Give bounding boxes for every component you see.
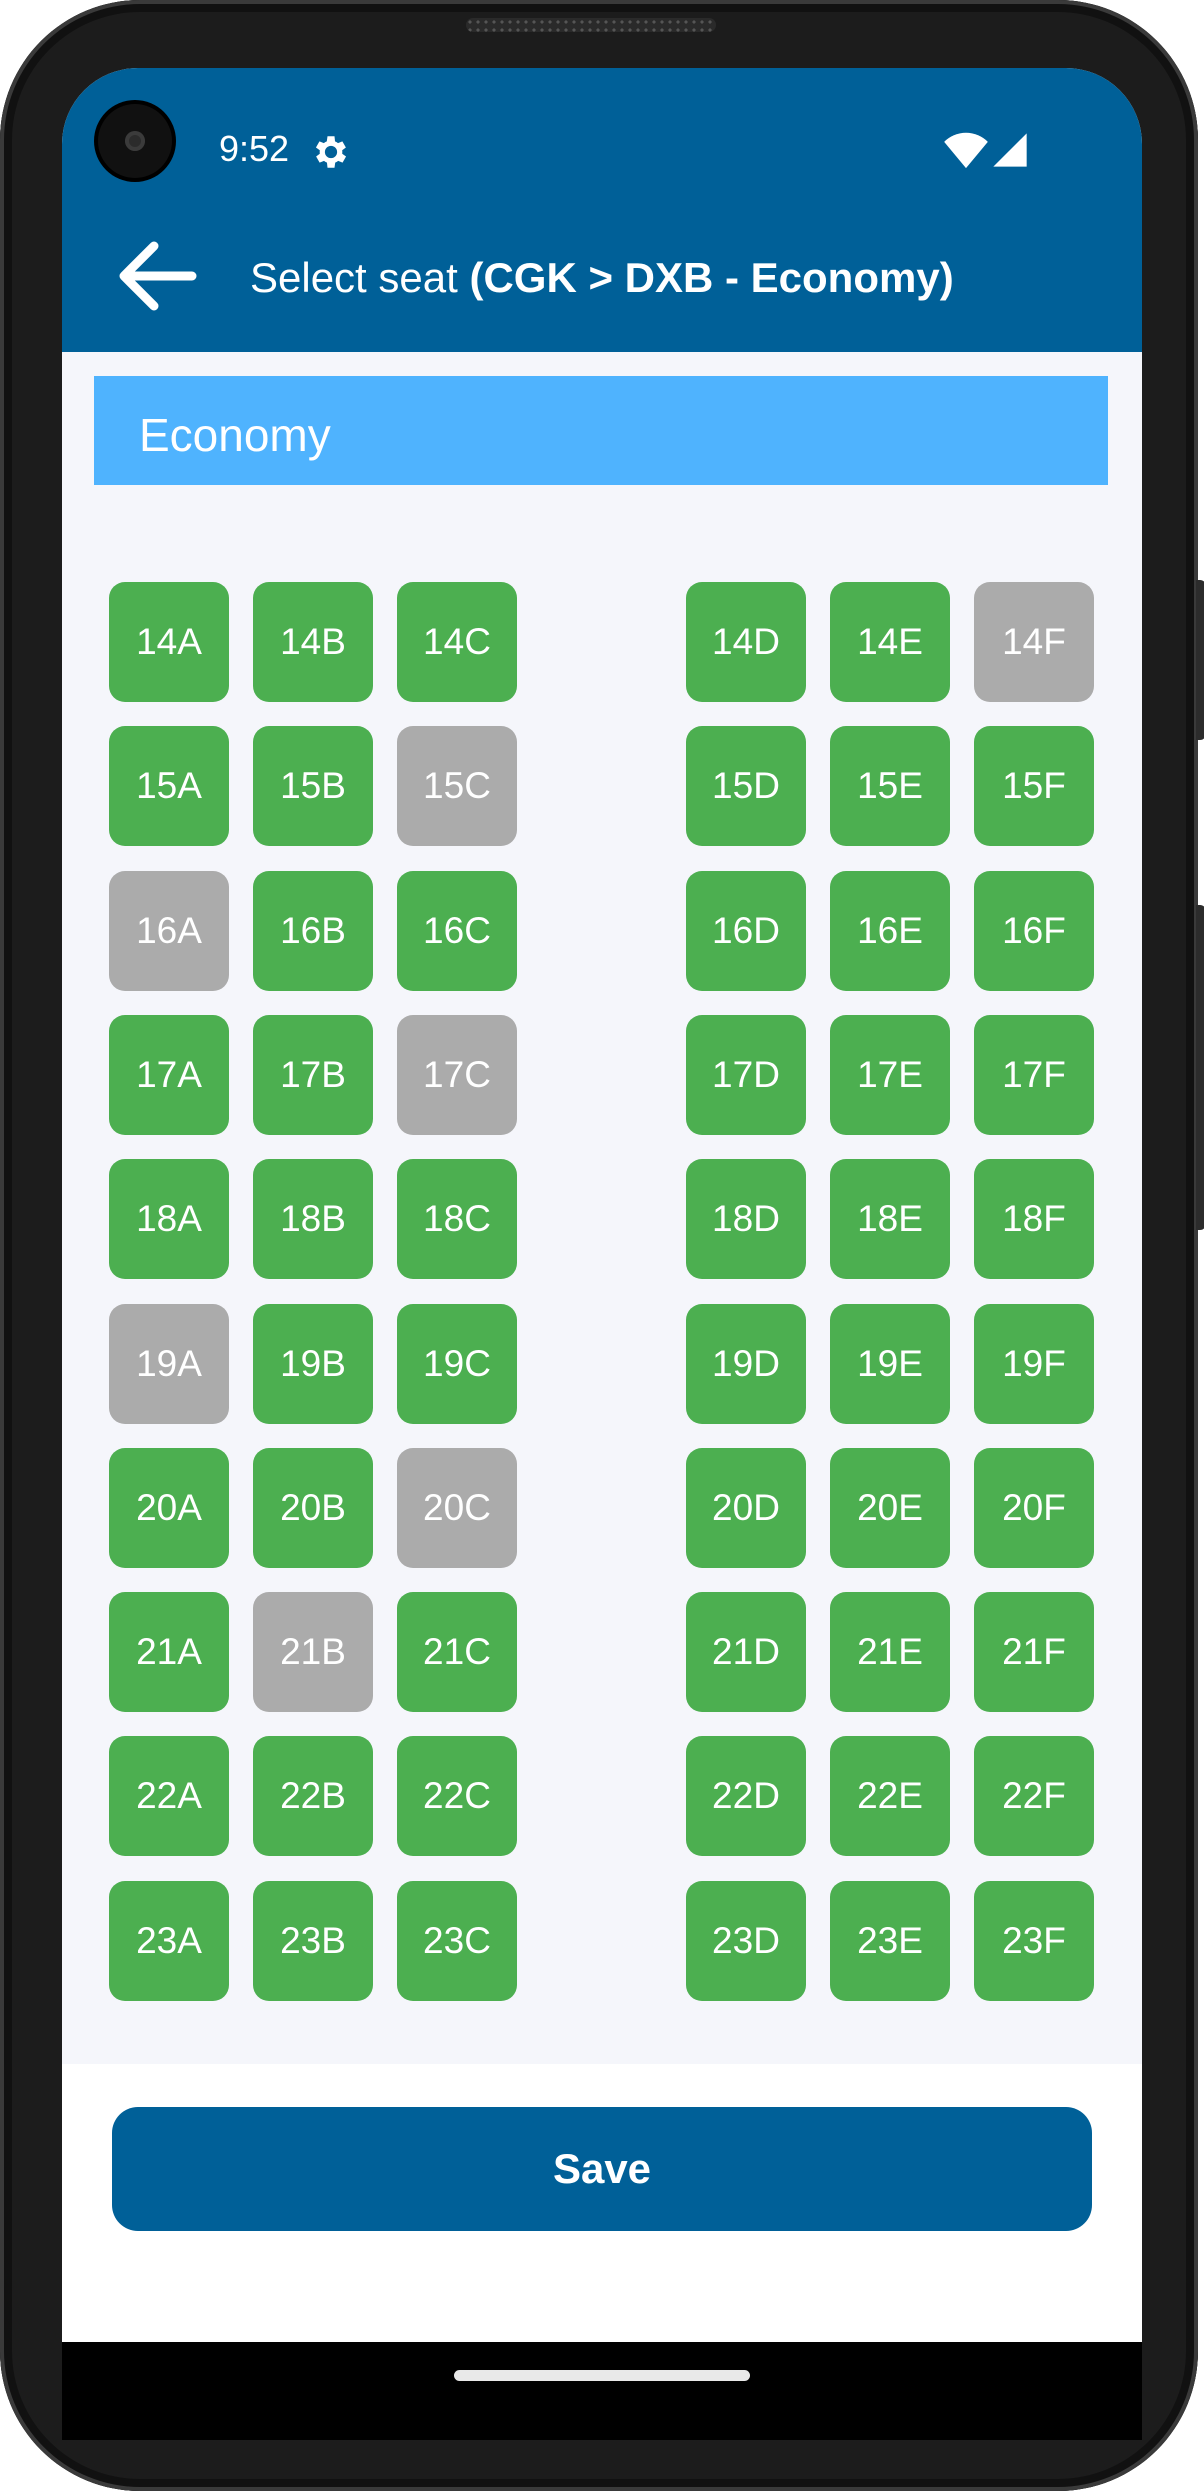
seat-18f[interactable]: 18F [974, 1159, 1094, 1279]
seat-23b[interactable]: 23B [253, 1881, 373, 2001]
navigation-bar [62, 2342, 1142, 2440]
seat-22e[interactable]: 22E [830, 1736, 950, 1856]
seat-22c[interactable]: 22C [397, 1736, 517, 1856]
seat-23e[interactable]: 23E [830, 1881, 950, 2001]
seat-15b[interactable]: 15B [253, 726, 373, 846]
cabin-class-header: Economy [94, 376, 1108, 485]
seat-17f[interactable]: 17F [974, 1015, 1094, 1135]
seat-22d[interactable]: 22D [686, 1736, 806, 1856]
gear-icon [315, 136, 347, 168]
seat-17b[interactable]: 17B [253, 1015, 373, 1135]
seat-20c[interactable]: 20C [397, 1448, 517, 1568]
signal-icon [993, 133, 1027, 167]
seat-15c[interactable]: 15C [397, 726, 517, 846]
seat-15e[interactable]: 15E [830, 726, 950, 846]
volume-button [1196, 580, 1204, 740]
seat-21c[interactable]: 21C [397, 1592, 517, 1712]
seat-19e[interactable]: 19E [830, 1304, 950, 1424]
seat-14e[interactable]: 14E [830, 582, 950, 702]
seat-20a[interactable]: 20A [109, 1448, 229, 1568]
seat-14c[interactable]: 14C [397, 582, 517, 702]
seat-19b[interactable]: 19B [253, 1304, 373, 1424]
seat-18b[interactable]: 18B [253, 1159, 373, 1279]
seat-21d[interactable]: 21D [686, 1592, 806, 1712]
arrow-back-icon[interactable] [112, 236, 198, 316]
seat-16b[interactable]: 16B [253, 871, 373, 991]
seat-22f[interactable]: 22F [974, 1736, 1094, 1856]
wifi-icon [944, 132, 988, 169]
status-time: 9:52 [219, 128, 290, 169]
seat-23c[interactable]: 23C [397, 1881, 517, 2001]
seat-23d[interactable]: 23D [686, 1881, 806, 2001]
seat-14d[interactable]: 14D [686, 582, 806, 702]
front-camera [98, 104, 172, 178]
seat-18a[interactable]: 18A [109, 1159, 229, 1279]
seat-21a[interactable]: 21A [109, 1592, 229, 1712]
seat-14a[interactable]: 14A [109, 582, 229, 702]
seat-17d[interactable]: 17D [686, 1015, 806, 1135]
seat-18d[interactable]: 18D [686, 1159, 806, 1279]
seat-16f[interactable]: 16F [974, 871, 1094, 991]
seat-15a[interactable]: 15A [109, 726, 229, 846]
seat-22b[interactable]: 22B [253, 1736, 373, 1856]
seat-14f[interactable]: 14F [974, 582, 1094, 702]
seat-22a[interactable]: 22A [109, 1736, 229, 1856]
seat-19c[interactable]: 19C [397, 1304, 517, 1424]
seat-16d[interactable]: 16D [686, 871, 806, 991]
seat-23f[interactable]: 23F [974, 1881, 1094, 2001]
seat-14b[interactable]: 14B [253, 582, 373, 702]
app-bar: 9:52 Select seat (CGK > DXB - Economy) [62, 68, 1142, 352]
home-indicator[interactable] [454, 2370, 750, 2381]
power-button [1196, 905, 1204, 1230]
seat-16a[interactable]: 16A [109, 871, 229, 991]
seat-16c[interactable]: 16C [397, 871, 517, 991]
seat-21f[interactable]: 21F [974, 1592, 1094, 1712]
seat-17e[interactable]: 17E [830, 1015, 950, 1135]
seat-20b[interactable]: 20B [253, 1448, 373, 1568]
seat-15d[interactable]: 15D [686, 726, 806, 846]
seat-21e[interactable]: 21E [830, 1592, 950, 1712]
page-title: Select seat (CGK > DXB - Economy) [250, 254, 954, 302]
seat-21b[interactable]: 21B [253, 1592, 373, 1712]
seat-19a[interactable]: 19A [109, 1304, 229, 1424]
save-button[interactable]: Save [112, 2107, 1092, 2231]
seat-16e[interactable]: 16E [830, 871, 950, 991]
title-prefix: Select seat [250, 254, 470, 301]
cabin-class-title: Economy [139, 409, 331, 461]
seat-18c[interactable]: 18C [397, 1159, 517, 1279]
earpiece-speaker [466, 18, 716, 32]
seat-18e[interactable]: 18E [830, 1159, 950, 1279]
seat-20f[interactable]: 20F [974, 1448, 1094, 1568]
seat-15f[interactable]: 15F [974, 726, 1094, 846]
seat-17c[interactable]: 17C [397, 1015, 517, 1135]
seat-20e[interactable]: 20E [830, 1448, 950, 1568]
seat-19f[interactable]: 19F [974, 1304, 1094, 1424]
seat-23a[interactable]: 23A [109, 1881, 229, 2001]
screen: 9:52 Select seat (CGK > DXB - Economy) E… [62, 68, 1142, 2342]
title-route: (CGK > DXB - Economy) [469, 254, 954, 301]
seat-19d[interactable]: 19D [686, 1304, 806, 1424]
seat-17a[interactable]: 17A [109, 1015, 229, 1135]
seat-20d[interactable]: 20D [686, 1448, 806, 1568]
